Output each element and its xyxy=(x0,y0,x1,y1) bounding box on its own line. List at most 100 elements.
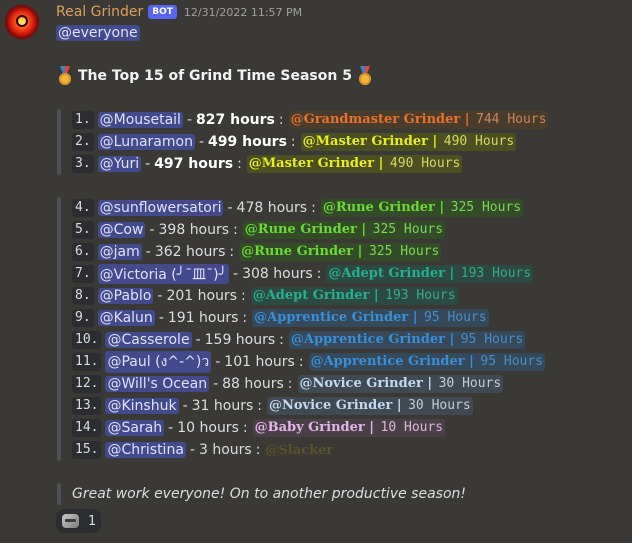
role-hours: 325 Hours xyxy=(450,200,522,215)
medal-icon xyxy=(56,66,74,86)
user-mention[interactable]: @sunflowersatori xyxy=(97,200,224,216)
user-mention[interactable]: @Will's Ocean xyxy=(105,376,210,392)
leaderboard-row: 13. @Kinshuk -31 hours: @Novice Grinder | 3… xyxy=(72,395,545,417)
user-mention[interactable]: @Sarah xyxy=(105,420,165,436)
colon-separator: : xyxy=(279,332,284,348)
user-mention[interactable]: @Kinshuk xyxy=(105,398,179,414)
role-mention[interactable]: @Grandmaster Grinder | 744 Hours xyxy=(288,111,549,129)
role-mention[interactable]: @Novice Grinder | 30 Hours xyxy=(267,397,473,415)
separator-dash: - xyxy=(158,310,164,326)
colon-separator: : xyxy=(242,310,248,326)
role-divider: | xyxy=(392,398,407,413)
separator-dash: - xyxy=(182,398,188,414)
role-name: @Adept Grinder xyxy=(252,288,370,303)
colon-separator: : xyxy=(316,266,322,282)
user-mention[interactable]: @Christina xyxy=(105,442,186,458)
role-hours: 193 Hours xyxy=(460,266,532,281)
role-name: @Rune Grinder xyxy=(241,244,354,259)
colon-separator: : xyxy=(241,288,246,304)
colon-separator: : xyxy=(311,200,316,216)
colon-separator: : xyxy=(298,354,304,370)
rank-number: 14. xyxy=(72,419,102,437)
colon-separator: : xyxy=(290,134,296,150)
role-divider: | xyxy=(364,420,379,435)
message-timestamp[interactable]: 12/31/2022 11:57 PM xyxy=(184,6,302,19)
separator-dash: - xyxy=(195,332,201,348)
role-mention[interactable]: @Apprentice Grinder | 95 Hours xyxy=(288,331,526,349)
separator-dash: - xyxy=(145,156,151,172)
author-name[interactable]: Real Grinder xyxy=(56,4,143,20)
message-header: Real Grinder BOT 12/31/2022 11:57 PM xyxy=(56,3,302,21)
title-text: The Top 15 of Grind Time Season 5 xyxy=(78,68,352,84)
separator-dash: - xyxy=(233,266,239,282)
role-divider: | xyxy=(444,266,459,281)
role-mention[interactable]: @Baby Grinder | 10 Hours xyxy=(252,419,446,437)
colon-separator: : xyxy=(287,376,293,392)
leaderboard-row: 15. @Christina -3 hours: @Slacker xyxy=(72,439,545,461)
user-mention[interactable]: @Mousetail xyxy=(97,112,183,128)
quote-bar xyxy=(57,483,61,505)
hours-value: 159 hours xyxy=(204,332,276,348)
role-mention[interactable]: @Novice Grinder | 30 Hours xyxy=(297,375,504,393)
role-mention[interactable]: @Adept Grinder | 193 Hours xyxy=(250,287,458,305)
leaderboard-row: 4. @sunflowersatori -478 hours: @Rune Grind… xyxy=(72,197,545,219)
role-divider: | xyxy=(353,244,367,259)
role-mention[interactable]: @Slacker xyxy=(265,443,333,458)
medal-icon xyxy=(356,66,374,86)
hours-value: 3 hours xyxy=(198,442,252,458)
role-divider: | xyxy=(434,200,449,215)
user-mention[interactable]: @Pablo xyxy=(97,288,154,304)
role-name: @Apprentice Grinder xyxy=(254,310,409,325)
role-mention[interactable]: @Rune Grinder | 325 Hours xyxy=(239,243,442,261)
role-mention[interactable]: @Apprentice Grinder | 95 Hours xyxy=(308,353,546,371)
rank-number: 5. xyxy=(72,221,94,239)
leaderboard-title: The Top 15 of Grind Time Season 5 xyxy=(56,66,374,86)
separator-dash: - xyxy=(198,134,205,150)
user-mention[interactable]: @jam xyxy=(97,244,142,260)
hours-value: 101 hours xyxy=(224,354,295,370)
role-divider: | xyxy=(408,310,422,325)
role-mention[interactable]: @Apprentice Grinder | 95 Hours xyxy=(252,309,489,327)
separator-dash: - xyxy=(145,244,151,260)
rank-number: 13. xyxy=(72,397,102,415)
rank-number: 4. xyxy=(72,199,94,217)
user-mention[interactable]: @Kalun xyxy=(97,310,155,326)
user-mention[interactable]: @Casserole xyxy=(105,332,192,348)
role-mention[interactable]: @Rune Grinder | 325 Hours xyxy=(320,199,524,217)
role-name: @Novice Grinder xyxy=(299,376,423,391)
separator-dash: - xyxy=(213,376,219,392)
user-mention[interactable]: @Paul (ง^-^)ว xyxy=(105,351,212,373)
colon-separator: : xyxy=(229,244,235,260)
role-mention[interactable]: @Adept Grinder | 193 Hours xyxy=(326,265,534,283)
reaction-button[interactable]: 1 xyxy=(56,509,101,533)
role-hours: 490 Hours xyxy=(389,156,461,171)
user-mention[interactable]: @Yuri xyxy=(97,156,142,172)
everyone-mention[interactable]: @everyone xyxy=(56,25,140,41)
role-mention[interactable]: @Rune Grinder | 325 Hours xyxy=(242,221,446,239)
separator-dash: - xyxy=(227,200,233,216)
rank-number: 3. xyxy=(72,155,94,173)
bot-avatar[interactable] xyxy=(4,4,40,40)
rank-number: 10. xyxy=(72,331,102,349)
user-mention[interactable]: @Victoria (╯¯皿¯)╯ xyxy=(97,264,230,284)
user-mention[interactable]: @Cow xyxy=(97,222,146,238)
hours-value: 191 hours xyxy=(167,310,239,326)
leaderboard-row: 6. @jam -362 hours: @Rune Grinder | 325 Hou… xyxy=(72,241,545,263)
colon-separator: : xyxy=(242,420,248,436)
role-hours: 744 Hours xyxy=(476,112,547,127)
role-divider: | xyxy=(460,112,475,127)
leaderboard-row: 1. @Mousetail -827 hours: @Grandmaster Grin… xyxy=(72,109,549,131)
role-name: @Grandmaster Grinder xyxy=(290,112,461,127)
role-divider: | xyxy=(356,222,371,237)
role-name: @Master Grinder xyxy=(248,156,375,171)
rank-number: 12. xyxy=(72,375,102,393)
role-hours: 10 Hours xyxy=(380,420,444,435)
leaderboard-row: 9. @Kalun -191 hours: @Apprentice Grinder |… xyxy=(72,307,545,329)
user-mention[interactable]: @Lunaramon xyxy=(97,134,195,150)
hours-value: 10 hours xyxy=(177,420,239,436)
hours-value: 497 hours xyxy=(154,156,234,172)
role-mention[interactable]: @Master Grinder | 490 Hours xyxy=(246,155,463,173)
role-name: @Apprentice Grinder xyxy=(290,332,445,347)
role-divider: | xyxy=(422,376,437,391)
role-mention[interactable]: @Master Grinder | 490 Hours xyxy=(300,133,517,151)
